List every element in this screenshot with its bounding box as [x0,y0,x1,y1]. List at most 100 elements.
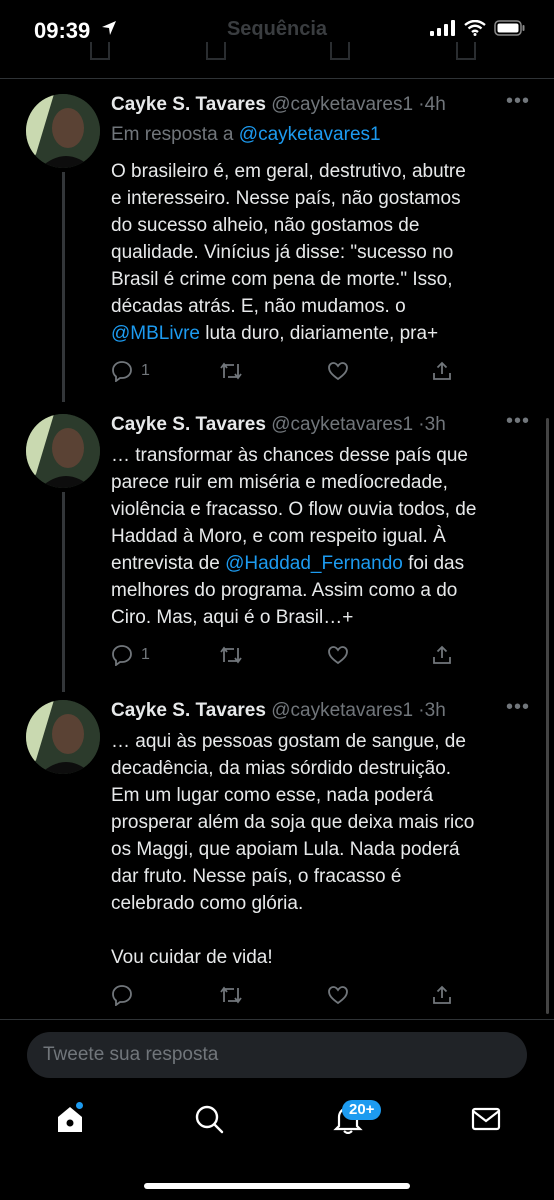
text-line: Brasil é crime com pena de morte." Isso, [111,269,453,290]
text-line: @MBLivre luta duro, diariamente, pra+ [111,320,531,347]
notifications-badge: 20+ [342,1100,382,1120]
text-line: qualidade. Vinícius já disse: "sucesso n… [111,242,454,263]
reply-input[interactable]: Tweete sua resposta [27,1032,527,1078]
mention-link[interactable]: @MBLivre [111,323,200,344]
tweet-text: … aqui às pessoas gostam de sangue, de d… [111,728,531,971]
battery-icon [494,20,525,36]
tweet-time: 4h [424,94,446,115]
status-time: 09:39 [34,18,91,43]
nav-home[interactable] [55,1102,85,1139]
signal-icon [430,20,455,36]
nav-search[interactable] [194,1104,224,1139]
author-handle[interactable]: @cayketavares1 [271,700,413,721]
tweet-actions: 1 [111,644,471,670]
share-icon [433,361,451,380]
more-options-icon[interactable]: ••• [506,410,530,433]
text-line: Ciro. Mas, aqui é o Brasil…+ [111,607,354,628]
heart-icon [328,646,348,665]
thread-line [62,172,65,402]
avatar[interactable] [26,94,100,168]
more-options-icon[interactable]: ••• [506,696,530,719]
tweet-text: O brasileiro é, em geral, destrutivo, ab… [111,158,531,347]
home-indicator [144,1183,410,1189]
more-options-icon[interactable]: ••• [506,90,530,113]
header-divider [0,78,554,79]
text-line: decadência, da mias sórdido destruição. [111,758,452,779]
text-fragment: foi das [402,553,465,574]
reply-icon [112,645,132,666]
text-fragment: entrevista de [111,553,226,574]
author-name[interactable]: Cayke S. Tavares [111,414,266,435]
scrollbar[interactable] [546,418,549,1014]
share-button[interactable] [431,984,453,1006]
retweet-icon [220,362,242,380]
tweet-text: … transformar às chances desse país que … [111,442,531,631]
retweet-icon [220,646,242,664]
tweet-3[interactable]: Cayke S. Tavares @cayketavares1 ·3h ••• … [0,696,554,1010]
retweet-button[interactable] [219,984,243,1006]
tweet-2[interactable]: Cayke S. Tavares @cayketavares1 ·3h ••• … [0,410,554,692]
text-line: … aqui às pessoas gostam de sangue, de [111,731,466,752]
text-line: Em um lugar como esse, nada poderá [111,785,434,806]
text-line: melhores do programa. Assim como a do [111,580,458,601]
reply-divider [0,1019,554,1020]
reply-icon [112,985,132,1006]
tweet-header: Cayke S. Tavares @cayketavares1 ·3h ••• [111,410,530,440]
wifi-icon [464,20,486,36]
like-button[interactable] [327,984,349,1006]
bottom-nav [0,1090,554,1152]
reply-count: 1 [141,646,150,663]
previous-tweet-actions [0,42,554,64]
location-arrow-icon [102,21,116,35]
retweet-button[interactable] [219,360,243,382]
text-line: prosperar além da soja que deixa mais ri… [111,812,475,833]
reply-to-prefix: Em resposta a [111,124,234,145]
reply-button[interactable]: 1 [111,360,150,382]
reply-count: 1 [141,362,150,379]
retweet-button[interactable] [219,644,243,666]
reply-button[interactable] [111,984,133,1006]
nav-messages[interactable] [471,1104,501,1139]
text-line: parece ruir em miséria e medíocredade, [111,472,448,493]
avatar[interactable] [26,414,100,488]
reply-placeholder: Tweete sua resposta [43,1044,219,1065]
tweet-header: Cayke S. Tavares @cayketavares1 ·4h ••• [111,90,530,120]
text-line: dar fruto. Nesse país, o fracasso é [111,866,402,887]
like-button[interactable] [327,360,349,382]
share-button[interactable] [431,360,453,382]
text-line: e interesseiro. Nesse país, não gostamos [111,188,461,209]
tweet-actions [111,984,471,1010]
text-line: do sucesso alheio, não gostamos de [111,215,420,236]
mail-icon [471,1107,501,1131]
heart-icon [328,362,348,381]
mention-link[interactable]: @Haddad_Fernando [225,553,403,574]
text-line: … transformar às chances desse país que [111,445,468,466]
retweet-icon [220,986,242,1004]
like-button[interactable] [327,644,349,666]
author-name[interactable]: Cayke S. Tavares [111,700,266,721]
heart-icon [328,986,348,1005]
share-icon [433,645,451,664]
share-icon [433,985,451,1004]
tweet-1[interactable]: Cayke S. Tavares @cayketavares1 ·4h ••• … [0,90,554,402]
text-line: décadas atrás. E, não mudamos. o [111,296,406,317]
text-line: Vou cuidar de vida! [111,947,273,968]
tweet-actions: 1 [111,360,471,386]
author-name[interactable]: Cayke S. Tavares [111,94,266,115]
thread-line [62,492,65,692]
search-icon [195,1105,224,1134]
author-handle[interactable]: @cayketavares1 [271,94,413,115]
text-line: entrevista de @Haddad_Fernando foi das [111,550,531,577]
share-button[interactable] [431,644,453,666]
tweet-time: 3h [424,700,446,721]
reply-icon [112,361,132,382]
text-line: os Maggi, que apoiam Lula. Nada poderá [111,839,460,860]
text-line: Haddad à Moro, e com respeito igual. À [111,526,446,547]
tweet-time: 3h [424,414,446,435]
text-fragment: luta duro, diariamente, pra+ [199,323,439,344]
text-line: violência e fracasso. O flow ouvia todos… [111,499,477,520]
avatar[interactable] [26,700,100,774]
reply-to-mention[interactable]: @cayketavares1 [239,124,381,145]
author-handle[interactable]: @cayketavares1 [271,414,413,435]
reply-button[interactable]: 1 [111,644,150,666]
